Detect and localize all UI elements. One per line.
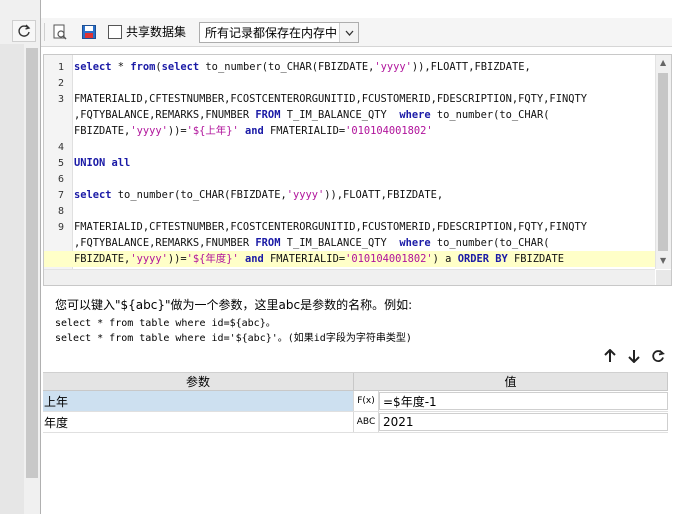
code-line[interactable]: 1 select * from(select to_number(to_CHAR(… [44,59,655,75]
code-line[interactable]: 3 FMATERIALID,CFTESTNUMBER,FCOSTCENTERORG… [44,91,655,107]
left-toolbar [0,18,40,44]
code-text: UNION all [74,157,131,169]
left-scrollbar-thumb[interactable] [26,48,38,478]
save-icon [82,25,96,39]
editor-vscroll-thumb[interactable] [658,73,668,251]
refresh-icon [18,24,31,37]
help-example-2: select * from table where id='${abc}'。(如… [55,333,412,344]
parameter-name-cell[interactable]: 年度 [43,412,354,432]
preview-button[interactable] [49,21,71,43]
code-line[interactable]: 4 [44,139,655,155]
code-text: FBIZDATE,'yyyy'))='${年度}' and FMATERIALI… [74,251,565,267]
storage-mode-select[interactable]: 所有记录都保存在内存中 [199,22,359,43]
move-down-button[interactable] [626,348,642,364]
code-line[interactable]: 2 [44,75,655,91]
line-number: 3 [57,94,64,105]
parameter-value-input[interactable]: 2021 [379,413,668,431]
save-button[interactable] [78,21,100,43]
code-text: select to_number(to_CHAR(FBIZDATE,'yyyy'… [74,189,444,201]
refresh-button[interactable] [12,20,36,42]
code-line[interactable]: FBIZDATE,'yyyy'))='${上年}' and FMATERIALI… [44,123,655,139]
code-text: FMATERIALID,CFTESTNUMBER,FCOSTCENTERORGU… [74,93,587,105]
editor-horizontal-scrollbar[interactable] [44,269,655,285]
code-line[interactable]: 5 UNION all [44,155,655,171]
code-line[interactable]: 7 select to_number(to_CHAR(FBIZDATE,'yyyy… [44,187,655,203]
refresh-parameters-button[interactable] [650,348,666,364]
code-text: ,FQTYBALANCE,REMARKS,FNUMBER FROM T_IM_B… [74,109,550,121]
move-up-button[interactable] [602,348,618,364]
line-number: 1 [57,62,64,73]
query-toolbar: 共享数据集 所有记录都保存在内存中 [41,18,672,47]
left-tree-panel[interactable] [0,44,25,514]
code-line[interactable]: ,FQTYBALANCE,REMARKS,FNUMBER FROM T_IM_B… [44,107,655,123]
share-dataset-checkbox[interactable] [108,24,122,39]
line-number: 2 [57,78,64,89]
code-text: ,FQTYBALANCE,REMARKS,FNUMBER FROM T_IM_B… [74,237,550,249]
header-value: 值 [354,373,668,390]
code-line[interactable]: 8 [44,203,655,219]
editor-vertical-scrollbar[interactable]: ▲ ▼ [655,55,671,269]
sql-editor[interactable]: 1 select * from(select to_number(to_CHAR(… [43,54,672,286]
parameter-help: 您可以键入"${abc}"做为一个参数，这里abc是参数的名称。例如: sele… [55,296,675,346]
help-example-1: select * from table where id=${abc}。 [55,318,276,329]
parameter-table: 参数 值 上年 F(x) =$年度-1 年度 ABC 2021 [43,372,668,433]
table-row[interactable]: 年度 ABC 2021 [43,412,668,433]
share-dataset-option[interactable]: 共享数据集 [108,23,186,40]
code-text: select * from(select to_number(to_CHAR(F… [74,61,531,73]
code-line[interactable]: 9 FMATERIALID,CFTESTNUMBER,FCOSTCENTERORG… [44,219,655,235]
arrow-down-icon [628,350,640,363]
parameter-tools [602,348,666,364]
left-scrollbar[interactable] [24,44,40,514]
parameter-table-header: 参数 值 [43,372,668,391]
line-number: 4 [57,142,64,153]
refresh-icon [652,349,665,362]
chevron-down-icon[interactable] [339,23,358,42]
dataset-editor-panel: 共享数据集 所有记录都保存在内存中 1 select * from(select … [40,0,683,514]
toolbar-separator [44,23,45,41]
storage-mode-value: 所有记录都保存在内存中 [205,26,338,40]
line-number: 8 [57,206,64,217]
header-parameter: 参数 [43,373,354,390]
share-dataset-label: 共享数据集 [126,25,187,39]
arrow-up-icon [604,349,616,362]
line-number: 7 [57,190,64,201]
left-strip [0,0,40,514]
parameter-name-cell[interactable]: 上年 [43,391,354,411]
code-line[interactable]: ,FQTYBALANCE,REMARKS,FNUMBER FROM T_IM_B… [44,235,655,251]
scroll-corner [656,270,671,285]
code-text: FBIZDATE,'yyyy'))='${上年}' and FMATERIALI… [74,125,433,137]
code-line[interactable]: 6 [44,171,655,187]
line-number: 6 [57,174,64,185]
parameter-value-input[interactable]: =$年度-1 [379,392,668,410]
text-type-icon[interactable]: ABC [354,412,379,432]
code-text: FMATERIALID,CFTESTNUMBER,FCOSTCENTERORGU… [74,221,587,233]
help-title: 您可以键入"${abc}"做为一个参数，这里abc是参数的名称。例如: [55,298,413,312]
code-line[interactable]: FBIZDATE,'yyyy'))='${年度}' and FMATERIALI… [44,251,655,267]
line-number: 5 [57,158,64,169]
table-row[interactable]: 上年 F(x) =$年度-1 [43,391,668,412]
document-search-icon [53,24,67,40]
formula-icon[interactable]: F(x) [354,391,379,411]
line-number: 9 [57,222,64,233]
